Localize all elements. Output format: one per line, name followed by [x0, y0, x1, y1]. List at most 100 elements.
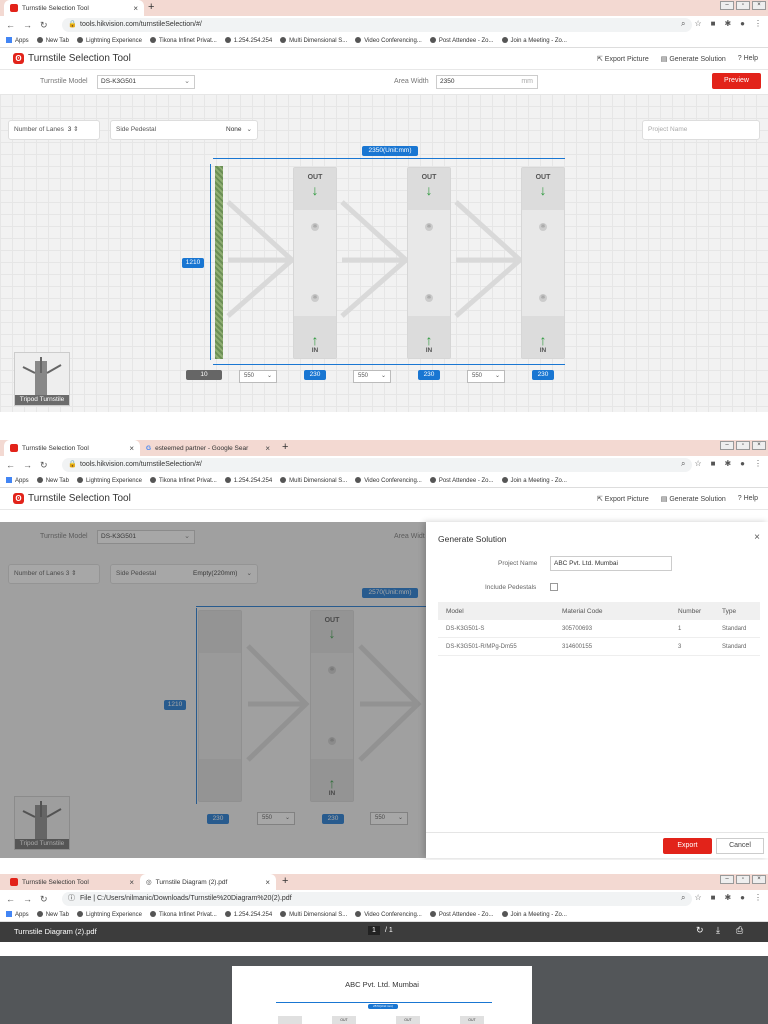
area-width-input[interactable]: 2350 mm: [436, 75, 538, 89]
help-button[interactable]: ? Help: [738, 55, 758, 63]
profile-icon[interactable]: ●: [740, 459, 745, 469]
close-tab-icon[interactable]: ×: [129, 878, 134, 887]
reload-icon[interactable]: ↻: [40, 460, 48, 471]
puzzle-icon[interactable]: ✱: [724, 893, 731, 903]
maximize-icon[interactable]: ▫: [736, 441, 750, 450]
bookmark-item[interactable]: Multi Dimensional S...: [280, 37, 347, 44]
bookmark-item[interactable]: New Tab: [36, 477, 69, 484]
url-field[interactable]: 🔒 tools.hikvision.com/turnstileSelection/…: [62, 458, 692, 472]
reload-icon[interactable]: ↻: [40, 20, 48, 31]
menu-icon[interactable]: ⋮: [754, 893, 762, 903]
rotate-icon[interactable]: ↻: [696, 925, 704, 936]
bookmark-item[interactable]: Tikona Infinet Privat...: [149, 37, 217, 44]
preview-button[interactable]: Preview: [712, 73, 761, 89]
bookmark-item[interactable]: 1.254.254.254: [224, 911, 272, 918]
star-icon[interactable]: ☆: [694, 893, 701, 903]
url-field[interactable]: ⓘ File | C:/Users/nilmanic/Downloads/Turn…: [62, 892, 692, 906]
turnstile-model-select[interactable]: DS-K3G501 ⌄: [97, 75, 195, 89]
turnstile-post-1[interactable]: OUT ↓ ✱ ✱ ↑ IN: [293, 167, 337, 359]
turnstile-post-2[interactable]: OUT ↓ ✱ ✱ ↑ IN: [407, 167, 451, 359]
forward-icon[interactable]: →: [23, 20, 32, 30]
stepper-icon[interactable]: ⇕: [73, 126, 78, 133]
bookmark-item[interactable]: Join a Meeting - Zo...: [501, 911, 567, 918]
zoom-icon[interactable]: ⌕: [681, 459, 685, 469]
maximize-icon[interactable]: ▫: [736, 875, 750, 884]
bookmark-item[interactable]: Video Conferencing...: [355, 37, 422, 44]
export-picture-button[interactable]: ⇱ Export Picture: [597, 55, 649, 63]
lane-width-select-1[interactable]: 550 ⌄: [239, 370, 277, 383]
page-number-input[interactable]: 1: [368, 926, 380, 935]
browser-tab-pdf[interactable]: ◎ Turnstile Diagram (2).pdf ×: [140, 874, 276, 890]
generate-solution-button[interactable]: ▤ Generate Solution: [661, 55, 726, 63]
puzzle-icon[interactable]: ✱: [724, 459, 731, 469]
new-tab-icon[interactable]: +: [282, 441, 288, 453]
forward-icon[interactable]: →: [23, 460, 32, 470]
new-tab-icon[interactable]: +: [282, 875, 288, 887]
close-tab-icon[interactable]: ×: [265, 444, 270, 453]
modal-overlay[interactable]: [0, 522, 426, 858]
zoom-icon[interactable]: ⌕: [681, 19, 685, 29]
bookmark-item[interactable]: 1.254.254.254: [224, 477, 272, 484]
bookmark-item[interactable]: Post Attendee - Zo...: [429, 911, 494, 918]
profile-icon[interactable]: ●: [740, 19, 745, 29]
print-icon[interactable]: ⎙: [736, 925, 743, 936]
menu-icon[interactable]: ⋮: [754, 459, 762, 469]
profile-icon[interactable]: ●: [740, 893, 745, 903]
bookmark-item[interactable]: New Tab: [36, 37, 69, 44]
close-icon[interactable]: ×: [754, 532, 760, 543]
turnstile-post-3[interactable]: OUT ↓ ✱ ✱ ↑ IN: [521, 167, 565, 359]
minimize-icon[interactable]: –: [720, 441, 734, 450]
close-tab-icon[interactable]: ×: [129, 444, 134, 453]
bookmark-item[interactable]: Tikona Infinet Privat...: [149, 911, 217, 918]
star-icon[interactable]: ☆: [694, 19, 701, 29]
maximize-icon[interactable]: ▫: [736, 1, 750, 10]
export-button[interactable]: Export: [663, 838, 712, 854]
bookmark-item[interactable]: Multi Dimensional S...: [280, 911, 347, 918]
new-tab-icon[interactable]: +: [148, 1, 154, 13]
bookmark-item[interactable]: Video Conferencing...: [355, 911, 422, 918]
export-picture-button[interactable]: ⇱ Export Picture: [597, 495, 649, 503]
back-icon[interactable]: ←: [6, 20, 15, 30]
browser-tab-google[interactable]: G esteemed partner - Google Sear ×: [140, 440, 276, 456]
bookmark-item[interactable]: Join a Meeting - Zo...: [501, 37, 567, 44]
side-pedestal-control[interactable]: Side Pedestal None ⌄: [110, 120, 258, 140]
back-icon[interactable]: ←: [6, 894, 15, 904]
url-field[interactable]: 🔒 tools.hikvision.com/turnstileSelection/…: [62, 18, 692, 32]
tripod-turnstile-thumbnail[interactable]: Tripod Turnstile: [14, 352, 70, 406]
cancel-button[interactable]: Cancel: [716, 838, 764, 854]
back-icon[interactable]: ←: [6, 460, 15, 470]
bookmark-item[interactable]: Tikona Infinet Privat...: [149, 477, 217, 484]
project-name-input[interactable]: Project Name: [642, 120, 760, 140]
extension-icon[interactable]: ■: [711, 19, 716, 29]
extension-icon[interactable]: ■: [711, 893, 716, 903]
bookmark-item[interactable]: Post Attendee - Zo...: [429, 477, 494, 484]
zoom-icon[interactable]: ⌕: [681, 893, 685, 903]
lane-width-select-2[interactable]: 550 ⌄: [353, 370, 391, 383]
browser-tab-turnstile[interactable]: Turnstile Selection Tool ×: [4, 440, 140, 456]
close-window-icon[interactable]: ×: [752, 875, 766, 884]
puzzle-icon[interactable]: ✱: [724, 19, 731, 29]
extension-icon[interactable]: ■: [711, 459, 716, 469]
bookmark-item[interactable]: Join a Meeting - Zo...: [501, 477, 567, 484]
browser-tab-turnstile[interactable]: Turnstile Selection Tool ×: [4, 0, 144, 16]
project-name-input[interactable]: ABC Pvt. Ltd. Mumbai: [550, 556, 672, 571]
bookmark-item[interactable]: Lightning Experience: [76, 477, 142, 484]
star-icon[interactable]: ☆: [694, 459, 701, 469]
bookmark-item[interactable]: Multi Dimensional S...: [280, 477, 347, 484]
include-pedestals-checkbox[interactable]: [550, 583, 558, 591]
generate-solution-button[interactable]: ▤ Generate Solution: [661, 495, 726, 503]
bookmark-item[interactable]: New Tab: [36, 911, 69, 918]
browser-tab-turnstile[interactable]: Turnstile Selection Tool ×: [4, 874, 140, 890]
reload-icon[interactable]: ↻: [40, 894, 48, 905]
bookmark-item[interactable]: Apps: [6, 911, 29, 918]
lane-width-select-3[interactable]: 550 ⌄: [467, 370, 505, 383]
close-tab-icon[interactable]: ×: [133, 4, 138, 13]
minimize-icon[interactable]: –: [720, 1, 734, 10]
bookmark-item[interactable]: Apps: [6, 477, 29, 484]
minimize-icon[interactable]: –: [720, 875, 734, 884]
close-window-icon[interactable]: ×: [752, 1, 766, 10]
close-window-icon[interactable]: ×: [752, 441, 766, 450]
bookmark-item[interactable]: Video Conferencing...: [355, 477, 422, 484]
menu-icon[interactable]: ⋮: [754, 19, 762, 29]
bookmark-item[interactable]: Apps: [6, 37, 29, 44]
